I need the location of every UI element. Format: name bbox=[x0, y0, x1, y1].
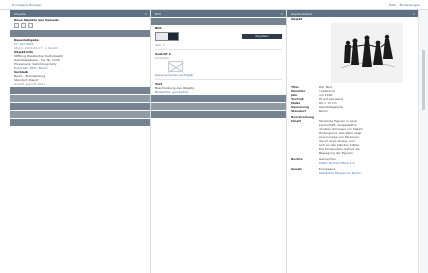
preview-caption: Vorschau bbox=[155, 56, 169, 60]
collapsed-row[interactable] bbox=[10, 87, 150, 94]
collapsed-row[interactable] bbox=[151, 103, 286, 110]
app-title: Europeana Browser bbox=[12, 3, 42, 7]
artwork-image[interactable] bbox=[331, 23, 403, 83]
objects-column-title: Objekte bbox=[14, 12, 26, 16]
close-icon[interactable]: × bbox=[280, 12, 283, 16]
objects-column: Objekte × Neue Objekte aus Uploads Dauer… bbox=[10, 10, 151, 273]
collapsed-row[interactable] bbox=[10, 95, 150, 102]
close-icon[interactable]: × bbox=[412, 12, 415, 16]
field-key: Quelle bbox=[291, 167, 302, 171]
header-actions: Hilfe Einstellungen bbox=[389, 3, 420, 7]
objects-column-header: Objekte × bbox=[10, 10, 150, 17]
no-preview-link[interactable]: Keine Vorschau verfügbar bbox=[151, 73, 286, 77]
collapsed-row[interactable] bbox=[10, 111, 150, 118]
image-preview-row: Vergrößern bbox=[155, 32, 282, 41]
desc-line: Bewegung der Figuren. bbox=[319, 151, 354, 155]
view-bar[interactable] bbox=[151, 18, 286, 25]
object-fields: Titel Der Tanz Künstler unbekannt Jahr u… bbox=[287, 85, 418, 113]
field-key: Rechte bbox=[291, 157, 303, 161]
source-link[interactable]: Staatliche Museen zu Berlin bbox=[319, 171, 414, 175]
rights-link[interactable]: Public Domain Mark 1.0 bbox=[319, 161, 414, 165]
back-button[interactable] bbox=[14, 23, 19, 28]
toolbar bbox=[10, 22, 150, 29]
image-column: Bild × Bild Vergrößern Abb. 1 Ansicht 2 … bbox=[151, 10, 287, 273]
details-column-title: Objekt-Details bbox=[291, 12, 313, 16]
app-header: Europeana Browser Hilfe Einstellungen bbox=[0, 0, 428, 10]
details-column-header: Objekt-Details × bbox=[287, 10, 418, 17]
field-value: Berlin bbox=[319, 109, 328, 113]
collapsed-row[interactable] bbox=[10, 103, 150, 110]
image-thumbnail[interactable] bbox=[155, 32, 179, 41]
new-button[interactable] bbox=[28, 23, 33, 28]
place-line: Zuletzt geprüft 2021 bbox=[14, 82, 46, 86]
scrollbar[interactable] bbox=[418, 10, 428, 273]
collapsed-row[interactable] bbox=[10, 119, 150, 126]
description-block: Inhalt Tanzende Figuren in einer Landsch… bbox=[287, 119, 418, 175]
field-key: Inhalt bbox=[291, 119, 301, 123]
field-value: Gemeinfrei Public Domain Mark 1.0 bbox=[319, 157, 414, 165]
image-column-header: Bild × bbox=[151, 10, 286, 17]
divider bbox=[155, 79, 282, 80]
collapsed-row[interactable] bbox=[151, 95, 286, 102]
image-column-title: Bild bbox=[155, 12, 161, 16]
field-value: Tanzende Figuren in einer Landschaft, da… bbox=[319, 119, 414, 155]
field-key: Standort bbox=[291, 109, 306, 113]
rights-link[interactable]: Bildrechte: gemeinfrei bbox=[151, 90, 286, 94]
dancers-image bbox=[331, 23, 403, 83]
image-label: Bild bbox=[155, 26, 162, 30]
scrollbar-thumb[interactable] bbox=[422, 50, 425, 110]
image-caption: Abb. 1 bbox=[155, 43, 165, 47]
forward-button[interactable] bbox=[21, 23, 26, 28]
divider bbox=[155, 49, 282, 50]
help-link[interactable]: Hilfe bbox=[389, 3, 396, 7]
enlarge-button[interactable]: Vergrößern bbox=[242, 34, 282, 39]
close-icon[interactable]: × bbox=[144, 12, 147, 16]
object-label: Objekt bbox=[291, 17, 303, 21]
collapsed-row[interactable] bbox=[151, 111, 286, 118]
section-bar[interactable] bbox=[10, 30, 150, 37]
settings-link[interactable]: Einstellungen bbox=[400, 3, 420, 7]
field-value: Europeana Staatliche Museen zu Berlin bbox=[319, 167, 414, 175]
image-placeholder-icon bbox=[168, 61, 183, 72]
details-column: Objekt-Details × Objekt Titel Der Tanz K… bbox=[287, 10, 418, 273]
